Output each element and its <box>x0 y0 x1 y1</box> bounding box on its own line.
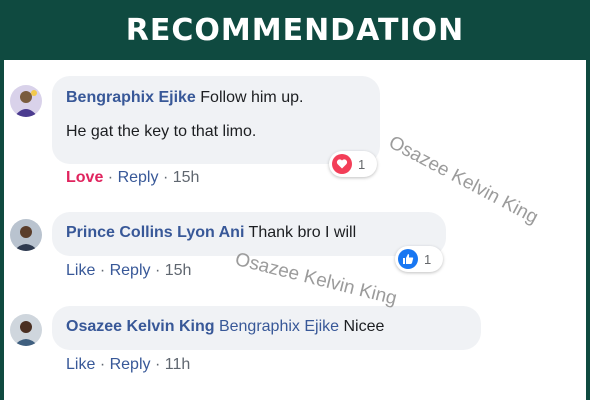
comment-author[interactable]: Prince Collins Lyon Ani <box>66 224 244 241</box>
page-title: RECOMMENDATION <box>125 12 465 48</box>
heart-icon <box>332 154 352 174</box>
like-button[interactable]: Like <box>66 262 95 279</box>
separator: · <box>154 356 161 373</box>
comment-text: Thank bro I will <box>248 224 357 241</box>
reaction-badge[interactable]: 1 <box>395 246 443 272</box>
reply-button[interactable]: Reply <box>110 356 151 373</box>
comment-author[interactable]: Osazee Kelvin King <box>66 318 215 335</box>
comment-bubble: Bengraphix Ejike Follow him up. He gat t… <box>52 76 380 164</box>
comment-text: Follow him up. <box>200 89 304 106</box>
timestamp[interactable]: 15h <box>173 169 200 186</box>
timestamp[interactable]: 11h <box>165 356 191 373</box>
reaction-count: 1 <box>424 251 432 267</box>
avatar[interactable] <box>10 314 42 346</box>
separator: · <box>99 356 106 373</box>
like-button[interactable]: Like <box>66 356 95 373</box>
love-button[interactable]: Love <box>66 169 103 186</box>
comment-actions: Like · Reply · 11h <box>66 356 190 374</box>
timestamp[interactable]: 15h <box>165 262 192 279</box>
avatar[interactable] <box>10 85 42 117</box>
header-banner: RECOMMENDATION <box>0 0 590 60</box>
separator: · <box>107 169 114 186</box>
mention-link[interactable]: Bengraphix Ejike <box>219 318 339 335</box>
separator: · <box>162 169 169 186</box>
reaction-count: 1 <box>358 156 366 172</box>
separator: · <box>99 262 106 279</box>
comment-bubble: Osazee Kelvin King Bengraphix Ejike Nice… <box>52 306 481 350</box>
reply-button[interactable]: Reply <box>118 169 159 186</box>
comment-actions: Like · Reply · 15h <box>66 262 191 280</box>
reply-button[interactable]: Reply <box>110 262 151 279</box>
comment-bubble: Prince Collins Lyon Ani Thank bro I will <box>52 212 446 256</box>
comment-author[interactable]: Bengraphix Ejike <box>66 89 196 106</box>
reaction-badge[interactable]: 1 <box>329 151 377 177</box>
avatar[interactable] <box>10 219 42 251</box>
thumbs-up-icon <box>398 249 418 269</box>
separator: · <box>154 262 161 279</box>
comment-text: Nicee <box>343 318 385 335</box>
comment-text: He gat the key to that limo. <box>66 123 257 140</box>
comment-actions: Love · Reply · 15h <box>66 169 199 187</box>
